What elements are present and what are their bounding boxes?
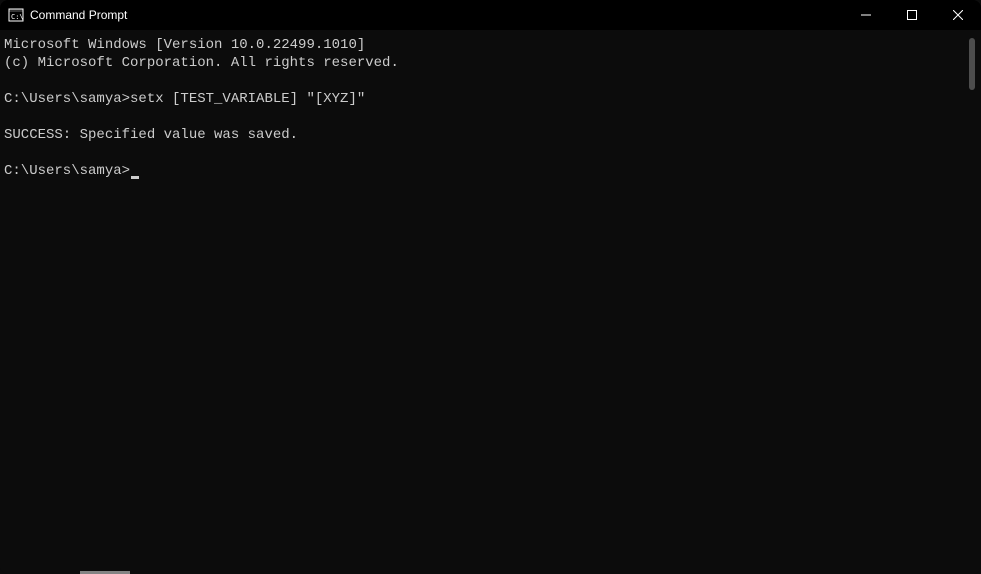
- command-prompt-window: C:\ Command Prompt Micr: [0, 0, 981, 574]
- terminal-line: Microsoft Windows [Version 10.0.22499.10…: [4, 37, 365, 53]
- cmd-icon: C:\: [8, 7, 24, 23]
- cursor: [131, 176, 139, 179]
- close-button[interactable]: [935, 0, 981, 30]
- window-controls: [843, 0, 981, 30]
- terminal-line: C:\Users\samya>setx [TEST_VARIABLE] "[XY…: [4, 91, 365, 107]
- svg-text:C:\: C:\: [11, 13, 24, 21]
- scrollbar[interactable]: [963, 36, 977, 568]
- titlebar[interactable]: C:\ Command Prompt: [0, 0, 981, 30]
- terminal-output: Microsoft Windows [Version 10.0.22499.10…: [4, 36, 963, 568]
- window-title: Command Prompt: [30, 8, 843, 22]
- terminal-line: SUCCESS: Specified value was saved.: [4, 127, 298, 143]
- terminal-area[interactable]: Microsoft Windows [Version 10.0.22499.10…: [0, 30, 981, 574]
- scrollbar-thumb[interactable]: [969, 38, 975, 90]
- terminal-prompt: C:\Users\samya>: [4, 163, 130, 179]
- maximize-button[interactable]: [889, 0, 935, 30]
- terminal-line: (c) Microsoft Corporation. All rights re…: [4, 55, 399, 71]
- minimize-button[interactable]: [843, 0, 889, 30]
